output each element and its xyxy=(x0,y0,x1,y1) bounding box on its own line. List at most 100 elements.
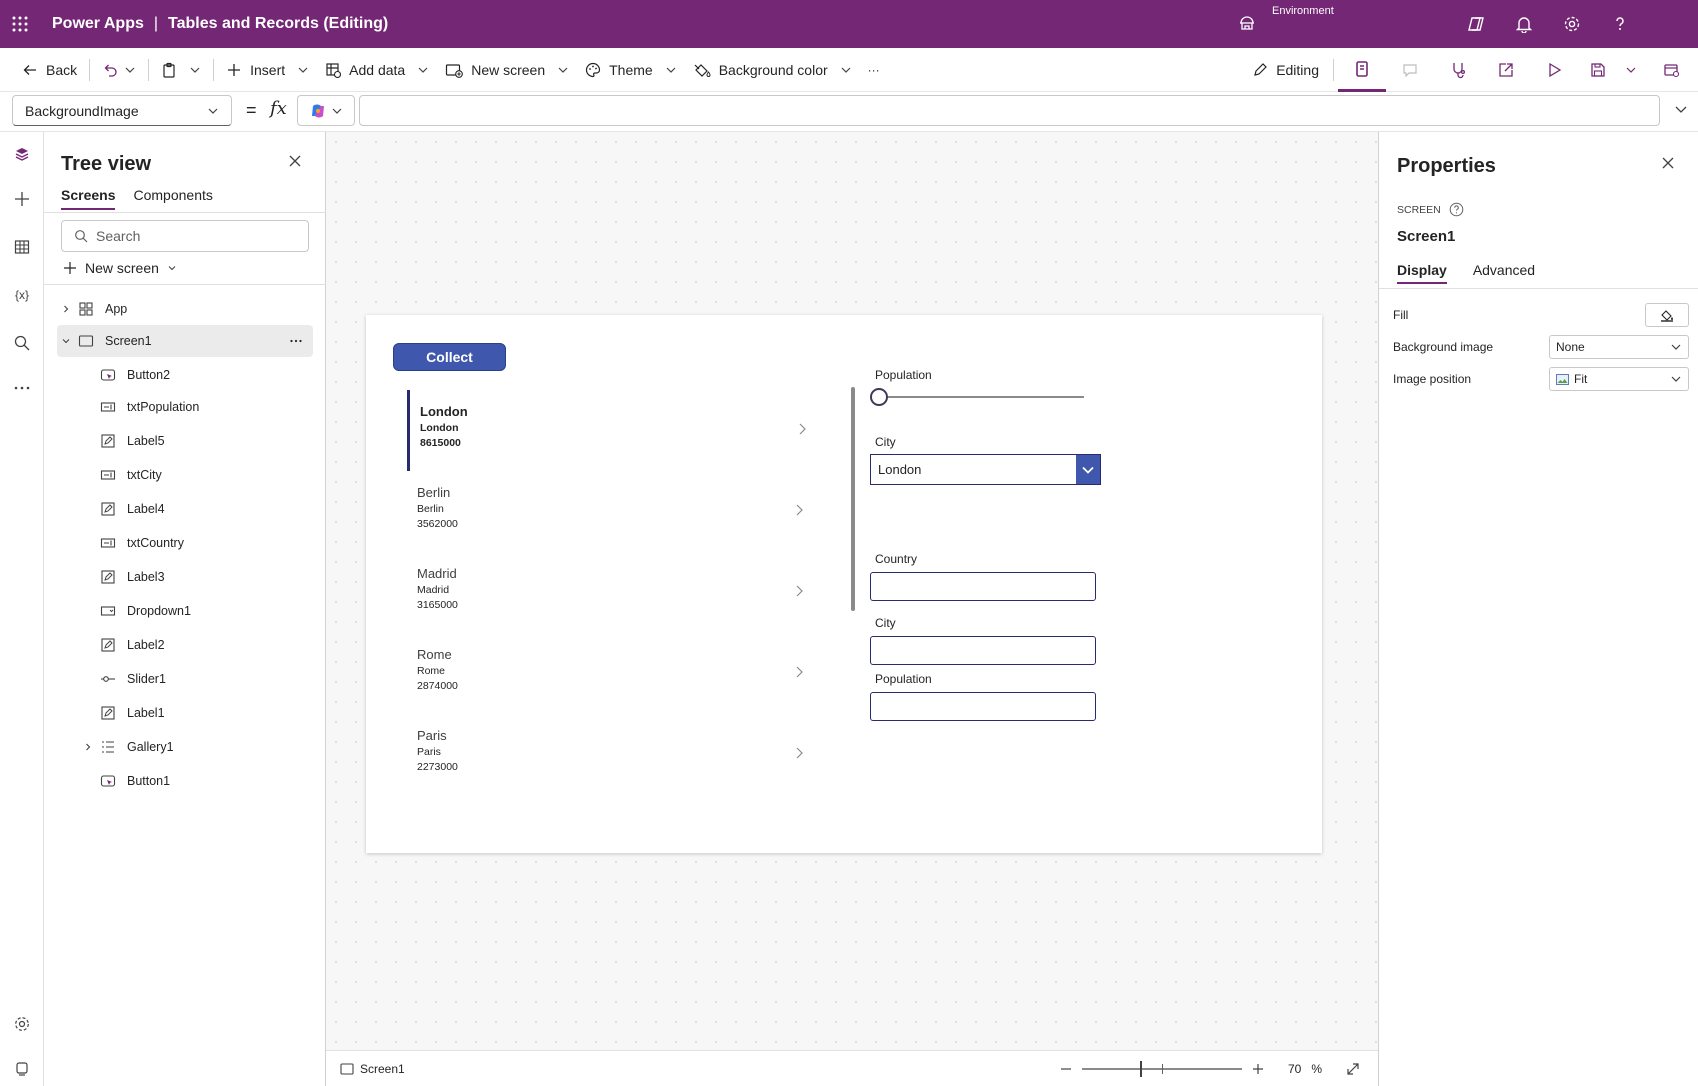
slider1-track[interactable] xyxy=(878,396,1084,398)
tree-item-button2[interactable]: Button2 xyxy=(97,359,313,391)
tree-item-label3[interactable]: Label3 xyxy=(97,561,313,593)
more-options-icon[interactable] xyxy=(0,366,44,410)
chevron-right-icon[interactable] xyxy=(797,422,807,436)
fill-color-picker[interactable] xyxy=(1645,303,1689,327)
gallery-scrollbar[interactable] xyxy=(851,387,855,611)
property-selector[interactable]: BackgroundImage xyxy=(12,95,232,126)
app-checker-icon[interactable] xyxy=(1338,48,1386,92)
back-button[interactable]: Back xyxy=(14,54,85,86)
background-image-select[interactable]: None xyxy=(1549,335,1689,359)
fit-to-window-icon[interactable] xyxy=(1346,1062,1360,1076)
tab-screens[interactable]: Screens xyxy=(61,187,116,210)
tree-item-label2[interactable]: Label2 xyxy=(97,629,313,661)
save-icon[interactable] xyxy=(1578,48,1618,92)
zoom-slider-thumb[interactable] xyxy=(1139,1060,1142,1077)
health-check-icon[interactable] xyxy=(1434,48,1482,92)
new-screen-button[interactable]: New screen xyxy=(63,260,177,276)
selected-name[interactable]: Screen1 xyxy=(1397,228,1455,245)
tree-item-label5[interactable]: Label5 xyxy=(97,425,313,457)
chevron-right-icon[interactable] xyxy=(79,742,97,752)
environment-icon[interactable] xyxy=(1238,0,1256,48)
insert-plus-icon[interactable] xyxy=(0,177,44,221)
chevron-right-icon[interactable] xyxy=(794,584,804,598)
add-data-button[interactable]: Add data xyxy=(317,54,437,86)
slider1-thumb[interactable] xyxy=(870,388,888,406)
chevron-down-icon[interactable] xyxy=(1076,455,1100,484)
tree-item-txtcountry[interactable]: txtCountry xyxy=(97,527,313,559)
image-position-select[interactable]: Fit xyxy=(1549,367,1689,391)
tab-advanced[interactable]: Advanced xyxy=(1473,262,1535,284)
chevron-right-icon[interactable] xyxy=(794,746,804,760)
tree-view-layers-icon[interactable] xyxy=(0,132,44,176)
zoom-slider[interactable] xyxy=(1081,1060,1242,1077)
more-commands-button[interactable]: ··· xyxy=(860,54,888,86)
environment-label[interactable]: Environment xyxy=(1272,5,1334,17)
data-table-icon[interactable] xyxy=(0,225,44,269)
chevron-right-icon[interactable] xyxy=(57,304,75,314)
txt-country-input[interactable] xyxy=(870,572,1096,601)
tree-item-dropdown1[interactable]: Dropdown1 xyxy=(97,595,313,627)
tree-item-label4[interactable]: Label4 xyxy=(97,493,313,525)
editing-mode-button[interactable]: Editing xyxy=(1242,48,1329,92)
new-screen-button[interactable]: New screen xyxy=(437,54,577,86)
txt-population-input[interactable] xyxy=(870,692,1096,721)
settings-gear-icon[interactable] xyxy=(0,1002,44,1046)
expand-formula-chevron-icon[interactable] xyxy=(1674,102,1688,116)
app-name[interactable]: Power Apps xyxy=(52,15,144,33)
tree-item-slider1[interactable]: Slider1 xyxy=(97,663,313,695)
undo-button[interactable] xyxy=(94,54,120,86)
undo-dropdown-chevron-icon[interactable] xyxy=(120,54,144,86)
tab-components[interactable]: Components xyxy=(133,187,212,210)
txt-city-input[interactable] xyxy=(870,636,1096,665)
theme-button[interactable]: Theme xyxy=(577,54,685,86)
design-canvas[interactable]: Collect London London 8615000 Berlin Ber… xyxy=(326,132,1378,1050)
paste-button[interactable] xyxy=(153,54,179,86)
variables-icon[interactable]: {x} xyxy=(0,273,44,317)
settings-icon[interactable] xyxy=(1548,0,1596,48)
gallery-item[interactable]: Paris Paris 2273000 xyxy=(407,714,819,795)
formula-input[interactable] xyxy=(359,95,1660,126)
tree-item-txtcity[interactable]: txtCity xyxy=(97,459,313,491)
notifications-icon[interactable] xyxy=(1500,0,1548,48)
paste-dropdown-chevron-icon[interactable] xyxy=(179,54,209,86)
collect-button[interactable]: Collect xyxy=(393,343,506,371)
app-launcher-icon[interactable] xyxy=(0,0,40,48)
preview-play-icon[interactable] xyxy=(1530,48,1578,92)
comments-icon[interactable] xyxy=(1386,48,1434,92)
zoom-in-icon[interactable] xyxy=(1252,1063,1264,1075)
tree-item-screen1[interactable]: Screen1 xyxy=(57,325,313,357)
close-icon[interactable] xyxy=(288,154,302,168)
tree-item-txtpopulation[interactable]: txtPopulation xyxy=(97,391,313,423)
search-icon[interactable] xyxy=(0,321,44,365)
screen1-canvas[interactable]: Collect London London 8615000 Berlin Ber… xyxy=(366,315,1322,853)
close-icon[interactable] xyxy=(1661,156,1675,170)
publish-icon[interactable] xyxy=(1644,48,1698,92)
dropdown1[interactable]: London xyxy=(870,454,1101,485)
gallery-item[interactable]: Rome Rome 2874000 xyxy=(407,633,819,714)
save-dropdown-chevron-icon[interactable] xyxy=(1618,48,1644,92)
background-color-button[interactable]: Background color xyxy=(685,54,860,86)
virtual-agent-icon[interactable] xyxy=(0,1046,44,1086)
chevron-down-icon[interactable] xyxy=(57,336,75,346)
tree-item-app[interactable]: App xyxy=(57,293,313,325)
help-icon[interactable] xyxy=(1449,202,1464,217)
insert-button[interactable]: Insert xyxy=(218,54,317,86)
gallery-item[interactable]: Madrid Madrid 3165000 xyxy=(407,552,819,633)
gallery-item[interactable]: Berlin Berlin 3562000 xyxy=(407,471,819,552)
chevron-right-icon[interactable] xyxy=(794,665,804,679)
help-icon[interactable] xyxy=(1596,0,1644,48)
chevron-right-icon[interactable] xyxy=(794,503,804,517)
tree-item-button1[interactable]: Button1 xyxy=(97,765,313,797)
copilot-icon[interactable] xyxy=(1452,0,1500,48)
search-input[interactable]: Search xyxy=(61,220,309,252)
more-options-icon[interactable] xyxy=(289,334,303,348)
gallery1[interactable]: London London 8615000 Berlin Berlin 3562… xyxy=(407,390,819,850)
current-screen-indicator[interactable]: Screen1 xyxy=(340,1062,405,1076)
share-icon[interactable] xyxy=(1482,48,1530,92)
tab-display[interactable]: Display xyxy=(1397,262,1447,284)
gallery-item[interactable]: London London 8615000 xyxy=(407,390,819,471)
copilot-formula-button[interactable] xyxy=(297,95,355,126)
tree-item-gallery1[interactable]: Gallery1 xyxy=(79,731,313,763)
account-avatar[interactable] xyxy=(1644,0,1698,48)
tree-item-label1[interactable]: Label1 xyxy=(97,697,313,729)
